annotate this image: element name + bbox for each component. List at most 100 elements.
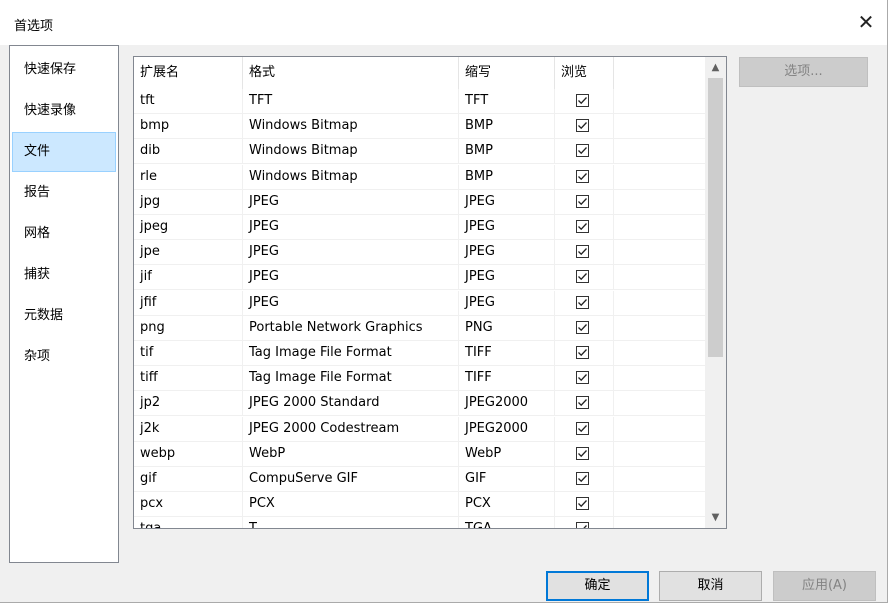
sidebar-item[interactable]: 杂项: [12, 337, 116, 377]
cell-abbreviation: BMP: [459, 114, 555, 140]
table-row[interactable]: tiff Tag Image File Format TIFF: [134, 366, 706, 392]
options-button[interactable]: 选项...: [739, 57, 868, 87]
checkmark-icon: [578, 273, 587, 281]
table-row[interactable]: jif JPEG JPEG: [134, 265, 706, 291]
scroll-down-icon[interactable]: ▼: [705, 509, 726, 526]
cell-format: Windows Bitmap: [243, 139, 459, 165]
view-checkbox[interactable]: [576, 245, 589, 259]
table-row[interactable]: jpeg JPEG JPEG: [134, 215, 706, 240]
checkmark-icon: [578, 349, 587, 357]
cell-format: T...: [243, 517, 459, 528]
table-row[interactable]: webp WebP WebP: [134, 441, 706, 467]
cancel-button[interactable]: 取消: [659, 571, 762, 601]
table-row[interactable]: jp2 JPEG 2000 Standard JPEG2000: [134, 391, 706, 417]
cell-format: JPEG: [243, 265, 459, 291]
cell-abbreviation: GIF: [459, 467, 555, 492]
cell-extension: tga: [134, 517, 243, 528]
close-icon[interactable]: ✕: [855, 12, 877, 34]
view-checkbox[interactable]: [576, 295, 589, 309]
cell-extension: jpg: [134, 189, 243, 215]
column-header-abbr[interactable]: 缩写: [459, 57, 555, 89]
table-row[interactable]: jpe JPEG JPEG: [134, 240, 706, 266]
scrollbar-thumb[interactable]: [708, 78, 723, 357]
vertical-scrollbar[interactable]: ▲ ▼: [705, 57, 726, 528]
cell-extension: tft: [134, 89, 243, 114]
cell-abbreviation: BMP: [459, 139, 555, 165]
cell-format: WebP: [243, 441, 459, 467]
cell-format: JPEG: [243, 240, 459, 266]
cell-format: JPEG 2000 Standard: [243, 391, 459, 417]
cell-format: Tag Image File Format: [243, 341, 459, 366]
apply-button[interactable]: 应用(A): [773, 571, 876, 601]
title-bar: 首选项 ✕: [0, 0, 887, 45]
sidebar-item[interactable]: 元数据: [12, 296, 116, 336]
view-checkbox[interactable]: [576, 194, 589, 208]
column-header-view[interactable]: 浏览: [555, 57, 614, 89]
cell-abbreviation: JPEG: [459, 290, 555, 316]
column-header-format[interactable]: 格式: [243, 57, 459, 89]
table-row[interactable]: png Portable Network Graphics PNG: [134, 315, 706, 341]
checkmark-icon: [578, 475, 587, 483]
view-checkbox[interactable]: [576, 220, 589, 233]
sidebar-item[interactable]: 快速录像: [12, 91, 116, 131]
table-row[interactable]: jpg JPEG JPEG: [134, 189, 706, 215]
table-row[interactable]: pcx PCX PCX: [134, 492, 706, 518]
view-checkbox[interactable]: [576, 94, 589, 107]
view-checkbox[interactable]: [576, 169, 589, 183]
table-row[interactable]: dib Windows Bitmap BMP: [134, 139, 706, 165]
sidebar-item[interactable]: 文件: [12, 132, 116, 172]
cell-format: JPEG: [243, 215, 459, 240]
cell-abbreviation: TIFF: [459, 366, 555, 392]
sidebar-item[interactable]: 网格: [12, 214, 116, 254]
sidebar-item[interactable]: 快速保存: [12, 50, 116, 90]
table-row[interactable]: j2k JPEG 2000 Codestream JPEG2000: [134, 416, 706, 442]
scroll-up-icon[interactable]: ▲: [705, 59, 726, 76]
cell-abbreviation: JPEG: [459, 215, 555, 240]
table-row[interactable]: tft TFT TFT: [134, 89, 706, 114]
view-checkbox[interactable]: [576, 371, 589, 385]
cell-extension: tif: [134, 341, 243, 366]
table-row[interactable]: gif CompuServe GIF GIF: [134, 467, 706, 492]
view-checkbox[interactable]: [576, 446, 589, 460]
checkmark-icon: [578, 399, 587, 407]
view-checkbox[interactable]: [576, 270, 589, 284]
view-checkbox[interactable]: [576, 119, 589, 133]
cell-extension: bmp: [134, 114, 243, 140]
cell-extension: pcx: [134, 492, 243, 518]
view-checkbox[interactable]: [576, 346, 589, 359]
cell-abbreviation: PNG: [459, 315, 555, 341]
table-row[interactable]: bmp Windows Bitmap BMP: [134, 114, 706, 140]
table-row[interactable]: jfif JPEG JPEG: [134, 290, 706, 316]
cell-extension: dib: [134, 139, 243, 165]
cell-format: JPEG 2000 Codestream: [243, 416, 459, 442]
cell-abbreviation: JPEG: [459, 240, 555, 266]
cell-extension: jpeg: [134, 215, 243, 240]
cell-format: Tag Image File Format: [243, 366, 459, 392]
view-checkbox[interactable]: [576, 421, 589, 435]
cell-abbreviation: JPEG2000: [459, 416, 555, 442]
cell-extension: jfif: [134, 290, 243, 316]
sidebar-item[interactable]: 报告: [12, 173, 116, 213]
view-checkbox[interactable]: [576, 522, 589, 528]
checkmark-icon: [578, 424, 587, 432]
checkmark-icon: [578, 323, 587, 331]
preferences-dialog: 首选项 ✕ 快速保存 快速录像 文件 报告 网格 捕获 元数据 杂项 扩展名 格式 缩写 浏览…: [0, 0, 888, 603]
view-checkbox[interactable]: [576, 497, 589, 511]
view-checkbox[interactable]: [576, 472, 589, 485]
sidebar-item[interactable]: 捕获: [12, 255, 116, 295]
cell-abbreviation: TGA: [459, 517, 555, 528]
file-format-table: 扩展名 格式 缩写 浏览 tft TFT TFT bmp Windows Bitmap B…: [133, 56, 727, 529]
view-checkbox[interactable]: [576, 144, 589, 158]
view-checkbox[interactable]: [576, 396, 589, 410]
table-row[interactable]: tif Tag Image File Format TIFF: [134, 341, 706, 366]
cell-extension: png: [134, 315, 243, 341]
checkmark-icon: [578, 248, 587, 256]
table-row[interactable]: tga T... TGA: [134, 517, 706, 528]
cell-extension: jp2: [134, 391, 243, 417]
view-checkbox[interactable]: [576, 320, 589, 334]
column-header-ext[interactable]: 扩展名: [134, 57, 243, 89]
dialog-title: 首选项: [14, 19, 54, 34]
cell-format: Windows Bitmap: [243, 164, 459, 190]
table-row[interactable]: rle Windows Bitmap BMP: [134, 164, 706, 190]
ok-button[interactable]: 确定: [546, 571, 649, 601]
